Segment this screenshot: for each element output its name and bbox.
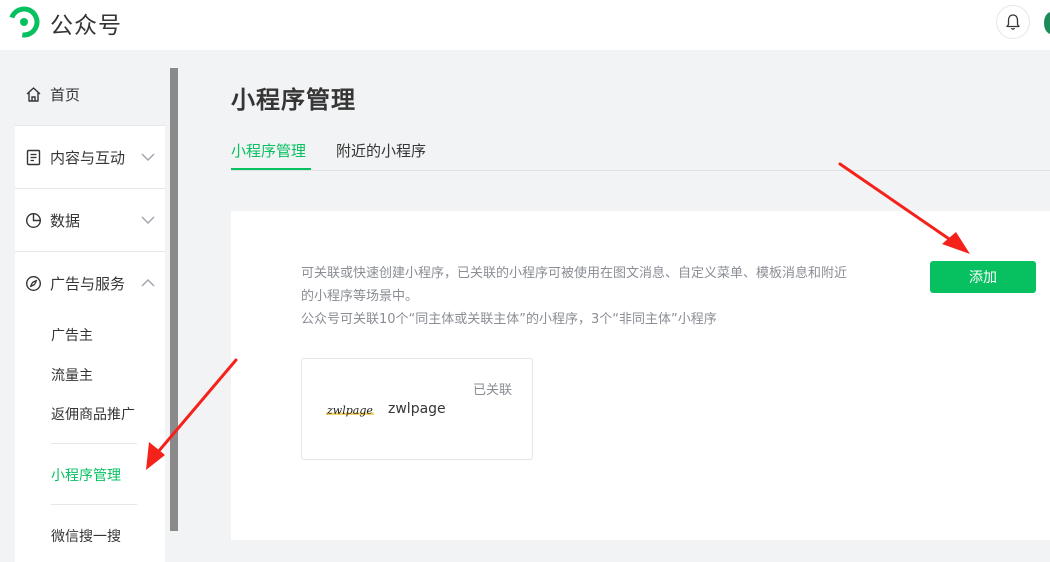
- home-icon: [26, 86, 41, 102]
- mini-program-panel: 可关联或快速创建小程序，已关联的小程序可被使用在图文消息、自定义菜单、模板消息和…: [231, 211, 1050, 540]
- sidebar-subitem-commission[interactable]: 返佣商品推广: [51, 404, 135, 424]
- notification-button[interactable]: [996, 5, 1030, 39]
- divider: [51, 504, 137, 505]
- top-header: 公众号: [0, 0, 1050, 50]
- status-badge: 已关联: [472, 383, 512, 398]
- sidebar-item-label: 数据: [50, 211, 81, 230]
- sidebar-item-label: 内容与互动: [50, 148, 126, 167]
- tab-mini-program-management[interactable]: 小程序管理: [231, 140, 306, 161]
- sidebar-subitem-wechat-search[interactable]: 微信搜一搜: [51, 526, 121, 546]
- sidebar-item-home[interactable]: 首页: [15, 63, 165, 125]
- sidebar-item-content[interactable]: 内容与互动: [15, 126, 165, 188]
- sidebar-subitem-mini-program[interactable]: 小程序管理: [51, 465, 121, 485]
- sidebar-subitem-advertiser[interactable]: 广告主: [51, 325, 93, 345]
- compass-icon: [25, 275, 42, 291]
- bell-icon: [1006, 14, 1020, 30]
- mini-program-logo: zwlpage: [326, 404, 374, 417]
- sidebar: 首页 内容与互动 数据 广告与服务 广告主 流量主 返佣商品推广 小程序管理 微…: [15, 63, 165, 562]
- document-icon: [26, 149, 41, 165]
- description-line: 可关联或快速创建小程序，已关联的小程序可被使用在图文消息、自定义菜单、模板消息和…: [301, 266, 848, 281]
- sidebar-scrollbar[interactable]: [170, 68, 178, 531]
- sidebar-item-label: 广告与服务: [50, 274, 126, 293]
- chevron-up-icon: [141, 279, 155, 287]
- sidebar-item-label: 首页: [50, 85, 81, 104]
- add-button[interactable]: 添加: [930, 261, 1036, 293]
- description-line: 公众号可关联10个“同主体或关联主体”的小程序，3个“非同主体”小程序: [301, 312, 717, 327]
- brand-title: 公众号: [50, 13, 122, 39]
- page-title: 小程序管理: [231, 86, 356, 114]
- tab-bar: 小程序管理 附近的小程序: [231, 130, 1050, 171]
- linked-mini-program-card[interactable]: 已关联 zwlpage zwlpage: [301, 358, 533, 460]
- sidebar-item-data[interactable]: 数据: [15, 189, 165, 251]
- sidebar-subitem-publisher[interactable]: 流量主: [51, 365, 93, 385]
- description-text: 可关联或快速创建小程序，已关联的小程序可被使用在图文消息、自定义菜单、模板消息和…: [301, 262, 901, 331]
- pie-chart-icon: [25, 212, 42, 228]
- chevron-down-icon: [141, 153, 155, 161]
- active-tab-indicator: [231, 168, 311, 170]
- mini-program-name: zwlpage: [388, 401, 446, 417]
- sidebar-item-ads-services[interactable]: 广告与服务: [15, 252, 165, 314]
- wechat-official-account-logo-icon[interactable]: [7, 5, 41, 39]
- avatar[interactable]: [1044, 12, 1050, 34]
- tab-nearby-mini-programs[interactable]: 附近的小程序: [336, 140, 426, 161]
- chevron-down-icon: [141, 216, 155, 224]
- divider: [51, 443, 137, 444]
- description-line: 的小程序等场景中。: [301, 289, 419, 304]
